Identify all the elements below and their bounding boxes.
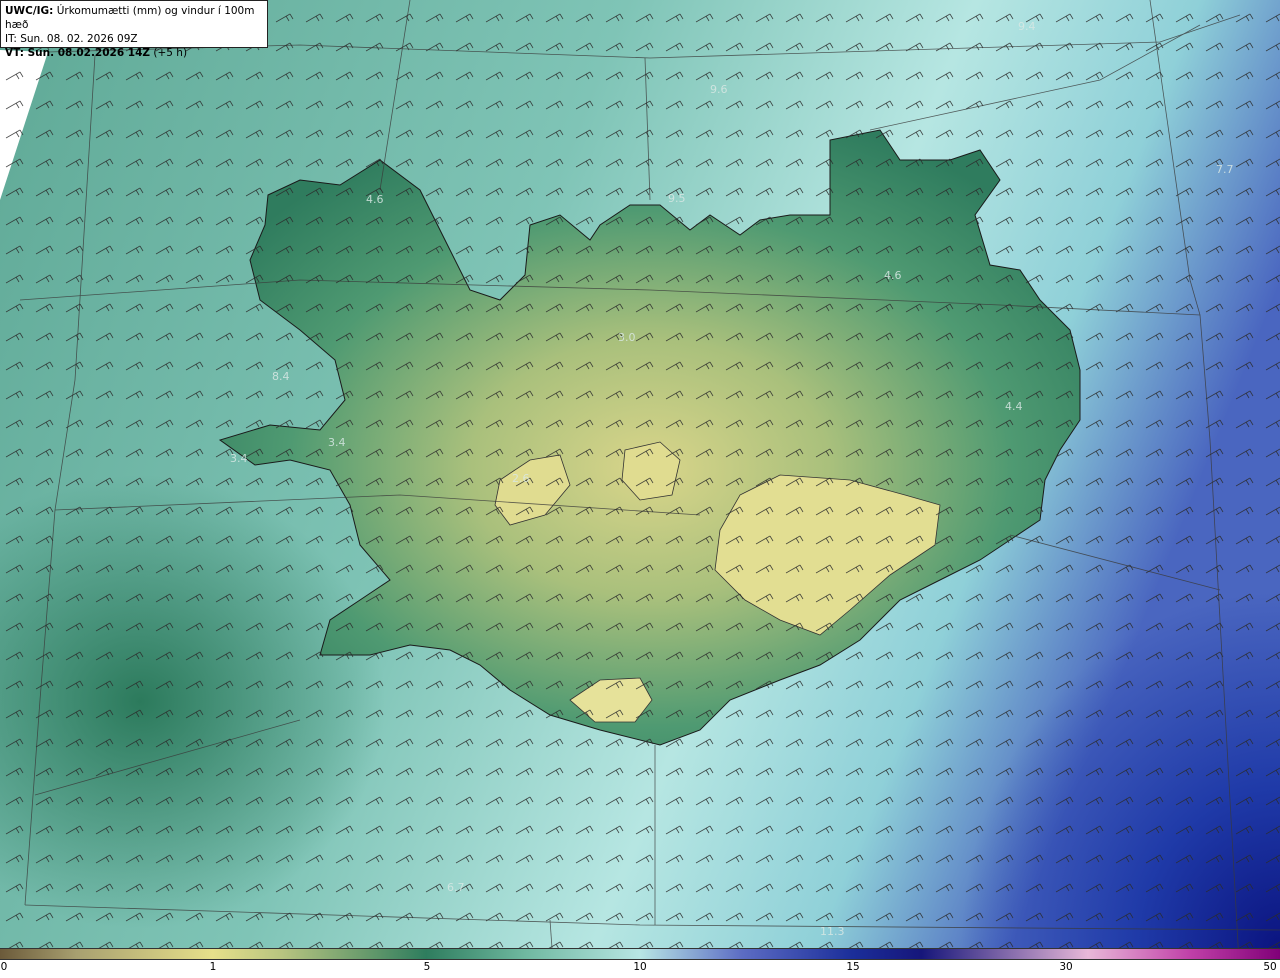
map-label: 9.4 xyxy=(1018,20,1036,33)
color-scale-bar xyxy=(0,948,1280,960)
valid-time: VT: Sun. 08.02.2026 14Z xyxy=(5,47,151,59)
precipitable-water-map: 9.4 9.6 4.6 9.5 4.6 3.0 7.7 4.4 3.4 3.4 … xyxy=(0,0,1280,948)
wind-barbs-layer xyxy=(0,0,1280,948)
chart-info-box: UWC/IG: Úrkomumætti (mm) og vindur í 100… xyxy=(0,0,268,59)
legend-tick: 30 xyxy=(1059,961,1073,973)
legend-tick: 0 xyxy=(0,961,8,973)
lead-time: (+5 h) xyxy=(153,47,188,59)
map-label: 11.3 xyxy=(820,925,845,938)
map-label: 3.0 xyxy=(618,331,636,344)
map-label: 4.6 xyxy=(366,193,384,206)
legend-tick: 50 xyxy=(1263,961,1277,973)
map-label: 6.7 xyxy=(447,881,465,894)
map-label: 9.6 xyxy=(710,83,728,96)
map-label: 3.4 xyxy=(328,436,346,449)
legend-tick: 1 xyxy=(209,961,217,973)
legend-tick: 10 xyxy=(633,961,647,973)
map-label: 3.4 xyxy=(230,452,248,465)
color-scale-legend: 0 1 5 10 15 30 50 xyxy=(0,948,1280,978)
map-label: 4.6 xyxy=(884,269,902,282)
product-code: UWC/IG: xyxy=(5,5,54,17)
legend-tick: 15 xyxy=(846,961,860,973)
map-label: 4.4 xyxy=(1005,400,1023,413)
initial-time: IT: Sun. 08. 02. 2026 09Z xyxy=(5,33,138,45)
map-label: 8.4 xyxy=(272,370,290,383)
map-label: 7.7 xyxy=(1216,163,1234,176)
map-label: 2.6 xyxy=(512,472,530,485)
valid-time-line: VT: Sun. 08.02.2026 14Z (+5 h) xyxy=(5,46,263,60)
map-label: 9.5 xyxy=(668,192,686,205)
legend-tick: 5 xyxy=(423,961,431,973)
title-line: UWC/IG: Úrkomumætti (mm) og vindur í 100… xyxy=(5,4,263,32)
